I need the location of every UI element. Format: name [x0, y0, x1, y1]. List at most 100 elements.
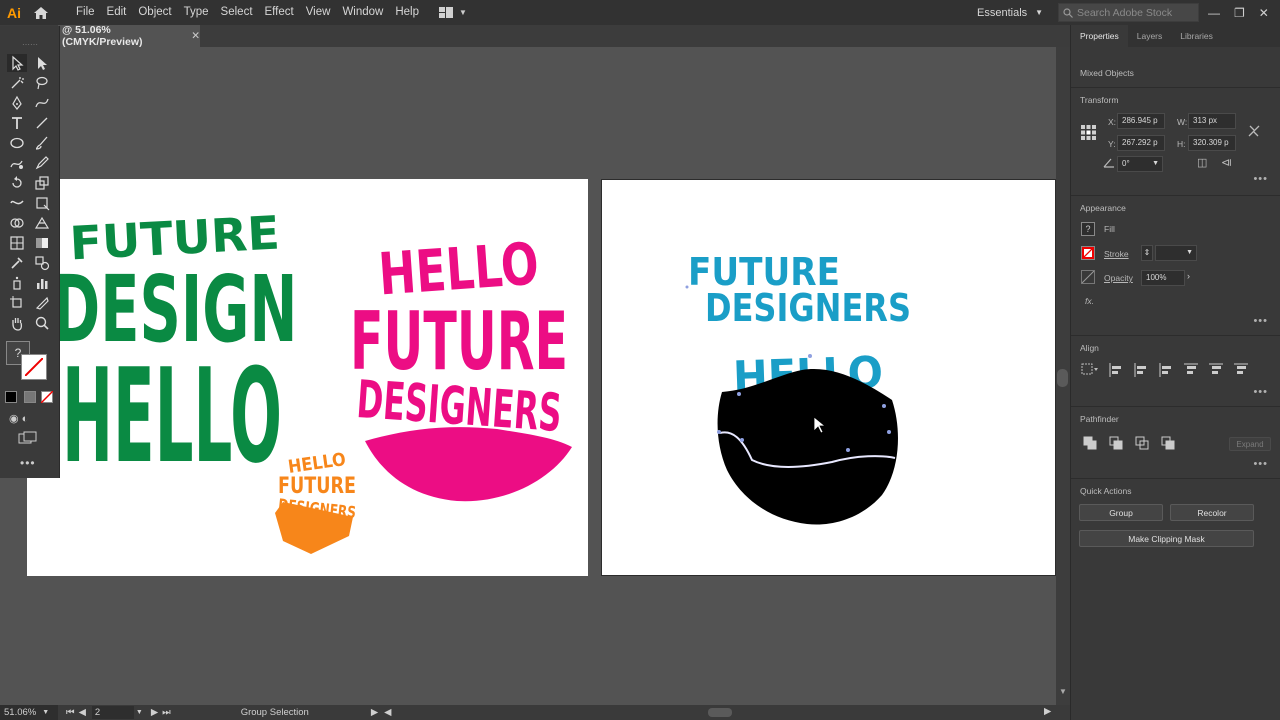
reference-point-icon[interactable] [1080, 124, 1097, 141]
horizontal-scroll-thumb[interactable] [708, 708, 732, 717]
none-swatch-icon[interactable] [40, 390, 55, 405]
recolor-button[interactable]: Recolor [1170, 504, 1254, 521]
perspective-grid-tool-icon[interactable] [32, 214, 52, 232]
gradient-swatch-icon[interactable] [24, 391, 38, 405]
fill-swatch-mixed[interactable]: ? [1081, 222, 1095, 236]
vertical-scrollbar[interactable]: ▼ [1056, 47, 1070, 705]
menu-effect[interactable]: Effect [259, 0, 300, 25]
last-artboard-icon[interactable]: ⏭ [162, 707, 171, 718]
transform-more-icon[interactable]: ••• [1253, 173, 1268, 185]
shaper-tool-icon[interactable] [7, 154, 27, 172]
flip-horizontal-icon[interactable]: ◫ [1197, 156, 1207, 169]
curvature-tool-icon[interactable] [32, 94, 52, 112]
selection-tool-icon[interactable] [7, 54, 27, 72]
menu-edit[interactable]: Edit [101, 0, 133, 25]
artboard-tool-icon[interactable] [7, 294, 27, 312]
close-icon[interactable]: ✕ [1259, 6, 1269, 20]
search-stock-input[interactable]: Search Adobe Stock [1058, 3, 1199, 22]
h-field[interactable]: 320.309 p [1188, 135, 1236, 151]
appearance-more-icon[interactable]: ••• [1253, 315, 1268, 327]
grip-icon[interactable]: ⋯⋯ [22, 40, 38, 49]
expand-button[interactable]: Expand [1229, 437, 1271, 451]
group-button[interactable]: Group [1079, 504, 1163, 521]
lasso-tool-icon[interactable] [32, 74, 52, 92]
intersect-icon[interactable] [1135, 436, 1149, 450]
blend-tool-icon[interactable] [32, 254, 52, 272]
unite-icon[interactable] [1083, 436, 1097, 450]
slice-tool-icon[interactable] [32, 294, 52, 312]
line-tool-icon[interactable] [32, 114, 52, 132]
rotate-field[interactable]: 0° ▼ [1117, 156, 1163, 172]
column-graph-tool-icon[interactable] [32, 274, 52, 292]
symbol-sprayer-tool-icon[interactable] [7, 274, 27, 292]
tab-layers[interactable]: Layers [1128, 25, 1172, 47]
pathfinder-more-icon[interactable]: ••• [1253, 458, 1268, 470]
exclude-icon[interactable] [1161, 436, 1175, 450]
gradient-tool-icon[interactable] [32, 234, 52, 252]
make-clipping-mask-button[interactable]: Make Clipping Mask [1079, 530, 1254, 547]
opacity-field[interactable]: 100% [1141, 270, 1185, 286]
align-more-icon[interactable]: ••• [1253, 386, 1268, 398]
artboard-2[interactable]: FUTURE DESIGNERS HELLO [601, 179, 1056, 576]
pen-tool-icon[interactable] [7, 94, 27, 112]
prev-artboard-icon[interactable]: ◀ [79, 707, 86, 718]
magic-wand-tool-icon[interactable] [7, 74, 27, 92]
rotate-tool-icon[interactable] [7, 174, 27, 192]
artboard-1[interactable]: FUTURE DESIGN HELLO HELLO FUTURE DESIGNE… [27, 179, 588, 576]
menu-window[interactable]: Window [336, 0, 389, 25]
ellipse-tool-icon[interactable] [7, 134, 27, 152]
stroke-stepper[interactable]: ⇕ [1141, 245, 1153, 261]
stroke-weight-field[interactable]: ▼ [1155, 245, 1197, 261]
screen-mode-icon[interactable] [18, 431, 40, 447]
align-horizontal-center-icon[interactable] [1134, 363, 1150, 377]
paintbrush-tool-icon[interactable] [32, 134, 52, 152]
align-right-icon[interactable] [1159, 363, 1175, 377]
fill-stroke-swatch[interactable]: ? [6, 341, 50, 381]
distribute-options-icon[interactable] [1081, 363, 1098, 377]
stroke-swatch[interactable] [1081, 246, 1095, 260]
y-field[interactable]: 267.292 p [1117, 135, 1165, 151]
menu-select[interactable]: Select [215, 0, 259, 25]
align-top-icon[interactable] [1184, 363, 1200, 377]
menu-type[interactable]: Type [178, 0, 215, 25]
color-icon[interactable] [5, 391, 19, 405]
align-vertical-center-icon[interactable] [1209, 363, 1225, 377]
scale-tool-icon[interactable] [32, 174, 52, 192]
zoom-tool-icon[interactable] [32, 314, 52, 332]
more-tools-icon[interactable]: ••• [20, 456, 40, 470]
draw-mode-icon[interactable]: ◉ ◐ [9, 412, 39, 426]
align-bottom-icon[interactable] [1234, 363, 1250, 377]
mesh-tool-icon[interactable] [7, 234, 27, 252]
warp-tool-icon[interactable] [7, 194, 27, 212]
restore-icon[interactable]: ❐ [1234, 6, 1245, 20]
first-artboard-icon[interactable]: ⏮ [66, 707, 75, 718]
scroll-right-icon[interactable]: ▶ [1044, 706, 1051, 717]
chevron-right-icon[interactable]: › [1187, 271, 1190, 281]
tab-properties[interactable]: Properties [1071, 25, 1128, 47]
home-icon[interactable] [28, 0, 54, 25]
arrange-documents-button[interactable]: ▼ [439, 7, 467, 18]
shape-builder-tool-icon[interactable] [7, 214, 27, 232]
direct-selection-tool-icon[interactable] [32, 54, 52, 72]
status-menu-icon[interactable]: ▶ [371, 707, 378, 718]
w-field[interactable]: 313 px [1188, 113, 1236, 129]
vertical-scroll-thumb[interactable] [1057, 369, 1068, 387]
free-transform-tool-icon[interactable] [32, 194, 52, 212]
tab-libraries[interactable]: Libraries [1171, 25, 1222, 47]
artboard-number-field[interactable]: 2 [91, 706, 134, 719]
flip-vertical-icon[interactable]: ⧏ [1221, 156, 1232, 169]
menu-object[interactable]: Object [132, 0, 177, 25]
fx-button[interactable]: fx. [1085, 296, 1094, 306]
next-artboard-icon[interactable]: ▶ [151, 707, 158, 718]
minus-front-icon[interactable] [1109, 436, 1123, 450]
hand-tool-icon[interactable] [7, 314, 27, 332]
zoom-field[interactable]: 51.06% ▼ [0, 705, 58, 720]
menu-help[interactable]: Help [389, 0, 425, 25]
constrain-proportions-icon[interactable] [1247, 124, 1261, 138]
stroke-label[interactable]: Stroke [1104, 249, 1129, 259]
workspace-switcher[interactable]: Essentials ▼ [977, 0, 1043, 25]
scroll-left-icon[interactable]: ◀ [384, 707, 391, 718]
type-tool-icon[interactable] [7, 114, 27, 132]
document-tab[interactable]: @ 51.06% (CMYK/Preview) ✕ [58, 24, 200, 48]
eyedropper-tool-icon[interactable] [7, 254, 27, 272]
